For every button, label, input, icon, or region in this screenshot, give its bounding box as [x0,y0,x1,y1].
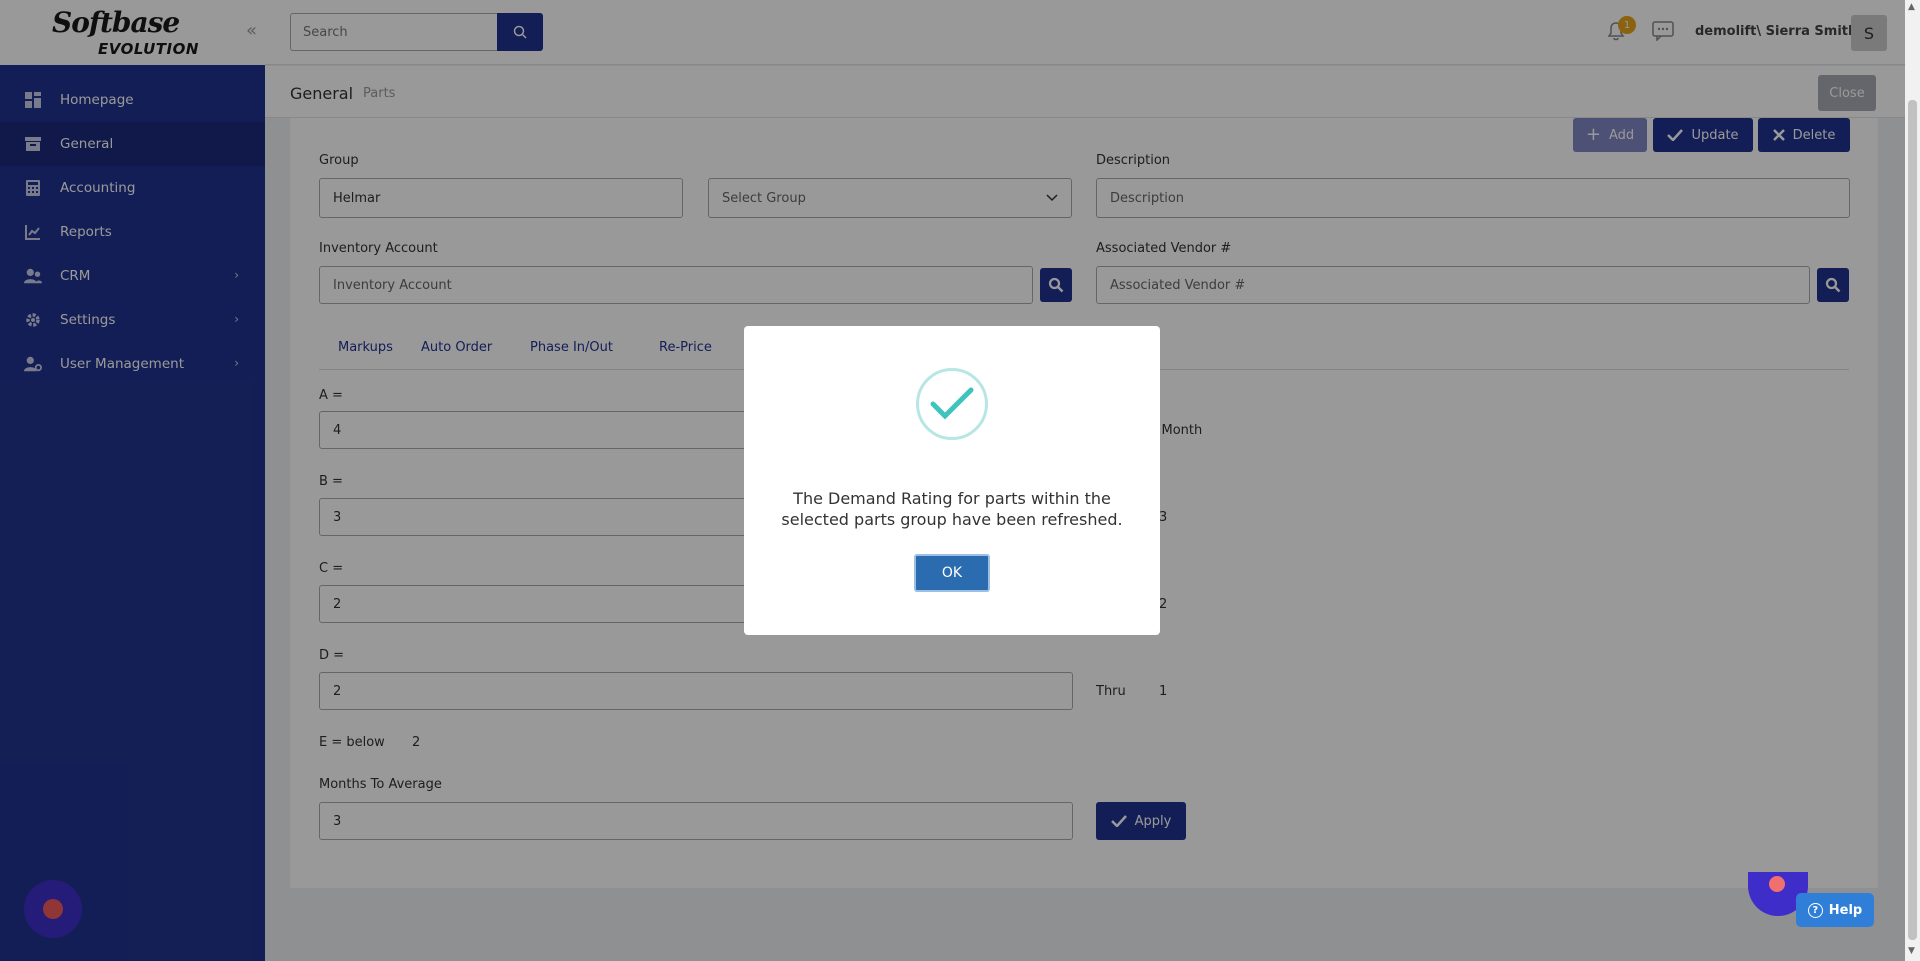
ok-button[interactable]: OK [914,554,990,592]
scroll-down-icon[interactable]: ▼ [1908,946,1915,956]
help-label: Help [1828,902,1863,918]
question-icon: ? [1807,902,1823,918]
help-button[interactable]: ? Help [1796,893,1874,927]
page-scrollbar[interactable]: ▲ ▼ [1905,0,1920,961]
scroll-thumb[interactable] [1908,100,1917,940]
scroll-up-icon[interactable]: ▲ [1908,2,1915,12]
success-check-icon [916,368,988,440]
chat-launcher-dot-icon [1769,876,1785,892]
dialog-message: The Demand Rating for parts within the s… [781,489,1123,529]
success-dialog: The Demand Rating for parts within the s… [744,326,1160,635]
